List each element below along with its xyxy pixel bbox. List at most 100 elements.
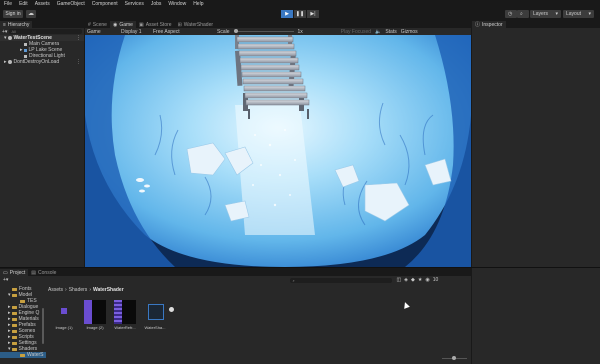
unity-scene-icon (7, 60, 12, 64)
game-viewport[interactable] (85, 35, 471, 267)
game-mode-dropdown[interactable]: Game (87, 29, 117, 35)
menu-help[interactable]: Help (193, 1, 203, 7)
play-controls: ▶ ❚❚ ▶| (281, 10, 321, 18)
folder-icon (12, 287, 17, 291)
menu-edit[interactable]: Edit (19, 1, 28, 7)
star-icon[interactable]: ★ (418, 277, 422, 283)
breadcrumb-assets[interactable]: Assets (48, 287, 63, 293)
info-icon: ⓘ (475, 22, 481, 28)
folder-icon (11, 293, 17, 297)
inspector-lower (472, 268, 600, 364)
asset-label: WaterRefr... (114, 325, 136, 330)
water-scene-render (85, 35, 471, 267)
favorites-icon[interactable]: ◫ (396, 277, 401, 283)
tab-hierarchy[interactable]: ≡ Hierarchy (0, 21, 33, 28)
hierarchy-tabbar: ≡ Hierarchy (0, 20, 84, 28)
add-icon[interactable]: +▾ (2, 29, 7, 35)
asset-thumbnail-watershader[interactable] (144, 300, 174, 324)
step-icon[interactable]: ▶| (307, 10, 319, 18)
dontdestroy-label: DontDestroyOnLoad (13, 59, 60, 65)
more-icon[interactable]: ⋮ (76, 35, 81, 41)
layers-dropdown[interactable]: Layers ▾ (530, 10, 561, 18)
hierarchy-search-input[interactable]: All (9, 29, 82, 34)
thumbnail-size-slider[interactable] (442, 356, 467, 360)
gameobject-icon (24, 42, 27, 46)
hierarchy-panel: ≡ Hierarchy +▾ All ▾ WaterTestScene ⋮ Main… (0, 20, 84, 267)
gizmos-dropdown[interactable]: Gizmos (401, 29, 418, 35)
unity-scene-icon (7, 36, 12, 40)
history-icon[interactable]: ◷ (505, 10, 517, 18)
chevron-down-icon: ▾ (588, 11, 591, 17)
tab-console[interactable]: ▤ Console (28, 269, 60, 276)
menu-gameobject[interactable]: GameObject (57, 1, 85, 7)
menu-jobs[interactable]: Jobs (151, 1, 162, 7)
prefab-icon (23, 48, 27, 52)
folder-icon (11, 317, 17, 321)
expand-arrow-icon[interactable]: ▸ (4, 59, 7, 65)
tab-game[interactable]: ◉ Game (109, 21, 136, 28)
layout-dropdown[interactable]: Layout ▾ (563, 10, 594, 18)
scale-value: 1x (297, 28, 303, 35)
menu-window[interactable]: Window (168, 1, 186, 7)
tab-project[interactable]: ▭ Project (0, 269, 29, 276)
add-icon[interactable]: +▾ (3, 277, 8, 283)
tab-project-label: Project (9, 269, 26, 276)
scale-slider[interactable] (233, 29, 294, 33)
asset-label: Image (2) (86, 325, 104, 330)
cloud-icon[interactable]: ☁ (26, 10, 36, 18)
tab-scene[interactable]: # Scene (85, 21, 110, 28)
display-dropdown[interactable]: Display 1 (121, 29, 149, 35)
asset-thumbnail-image1[interactable] (54, 300, 76, 324)
play-preview-icon[interactable] (169, 307, 174, 312)
image-preview (84, 300, 92, 324)
aspect-dropdown[interactable]: Free Aspect (153, 29, 213, 35)
eye-icon[interactable]: ◉ (425, 277, 429, 283)
mute-icon[interactable]: 🔈 (375, 29, 381, 35)
folder-icon (11, 305, 17, 309)
image-preview (61, 308, 67, 314)
asset-thumbnail-image2[interactable] (84, 300, 106, 324)
search-icon[interactable]: ⌕ (517, 10, 529, 18)
dontdestroy-row[interactable]: ▸ DontDestroyOnLoad ⋮ (0, 59, 84, 65)
breadcrumb-shaders[interactable]: Shaders (69, 287, 88, 293)
menu-assets[interactable]: Assets (35, 1, 50, 7)
more-icon[interactable]: ⋮ (76, 59, 81, 65)
type-filter-icon[interactable]: ◆ (411, 277, 415, 283)
tree-item-selected[interactable]: WaterS (0, 352, 46, 358)
label-filter-icon[interactable]: ◈ (404, 277, 408, 283)
expand-arrow-icon[interactable]: ▸ (20, 47, 23, 53)
menu-bar: File Edit Assets GameObject Component Se… (0, 0, 600, 8)
expand-arrow-icon[interactable]: ▾ (8, 346, 11, 352)
inspector-tabbar: ⓘ Inspector (472, 20, 600, 28)
console-icon: ▤ (31, 269, 37, 276)
expand-arrow-icon[interactable]: ▾ (8, 292, 11, 298)
breadcrumb-watershader[interactable]: WaterShader (93, 287, 124, 293)
asset-label: WaterSha... (144, 325, 166, 330)
pause-icon[interactable]: ❚❚ (294, 10, 306, 18)
expand-arrow-icon[interactable]: ▾ (4, 35, 7, 41)
list-icon: ≡ (3, 21, 6, 28)
play-mode-dropdown[interactable]: Play Focused (341, 29, 371, 35)
menu-file[interactable]: File (4, 1, 12, 7)
asset-thumbnail-waterrefraction[interactable] (114, 300, 136, 324)
menu-services[interactable]: Services (125, 1, 144, 7)
tree-scrollbar[interactable] (42, 308, 44, 344)
shader-graph-icon (148, 304, 164, 320)
tab-asset-store-label: Asset Store (145, 21, 172, 28)
inspector-panel: ⓘ Inspector (472, 20, 600, 267)
tab-watershader[interactable]: ⊞ WaterShader (174, 21, 217, 28)
tab-inspector[interactable]: ⓘ Inspector (472, 21, 506, 28)
shader-graph-icon: ⊞ (177, 21, 182, 28)
project-search-input[interactable]: ⌕ (290, 277, 393, 283)
folder-tab-icon: ▭ (3, 269, 8, 276)
thumbnail-size-handle[interactable] (452, 356, 456, 360)
game-tab-icon: ◉ (112, 21, 118, 28)
play-icon[interactable]: ▶ (281, 10, 293, 18)
sign-in-button[interactable]: Sign in (3, 10, 23, 18)
center-tabbar: # Scene ◉ Game ▣ Asset Store ⊞ WaterShader (85, 20, 471, 28)
store-icon: ▣ (138, 21, 144, 28)
menu-component[interactable]: Component (92, 1, 118, 7)
tab-asset-store[interactable]: ▣ Asset Store (135, 21, 175, 28)
stats-button[interactable]: Stats (385, 29, 396, 35)
scale-slider-handle[interactable] (233, 29, 238, 33)
